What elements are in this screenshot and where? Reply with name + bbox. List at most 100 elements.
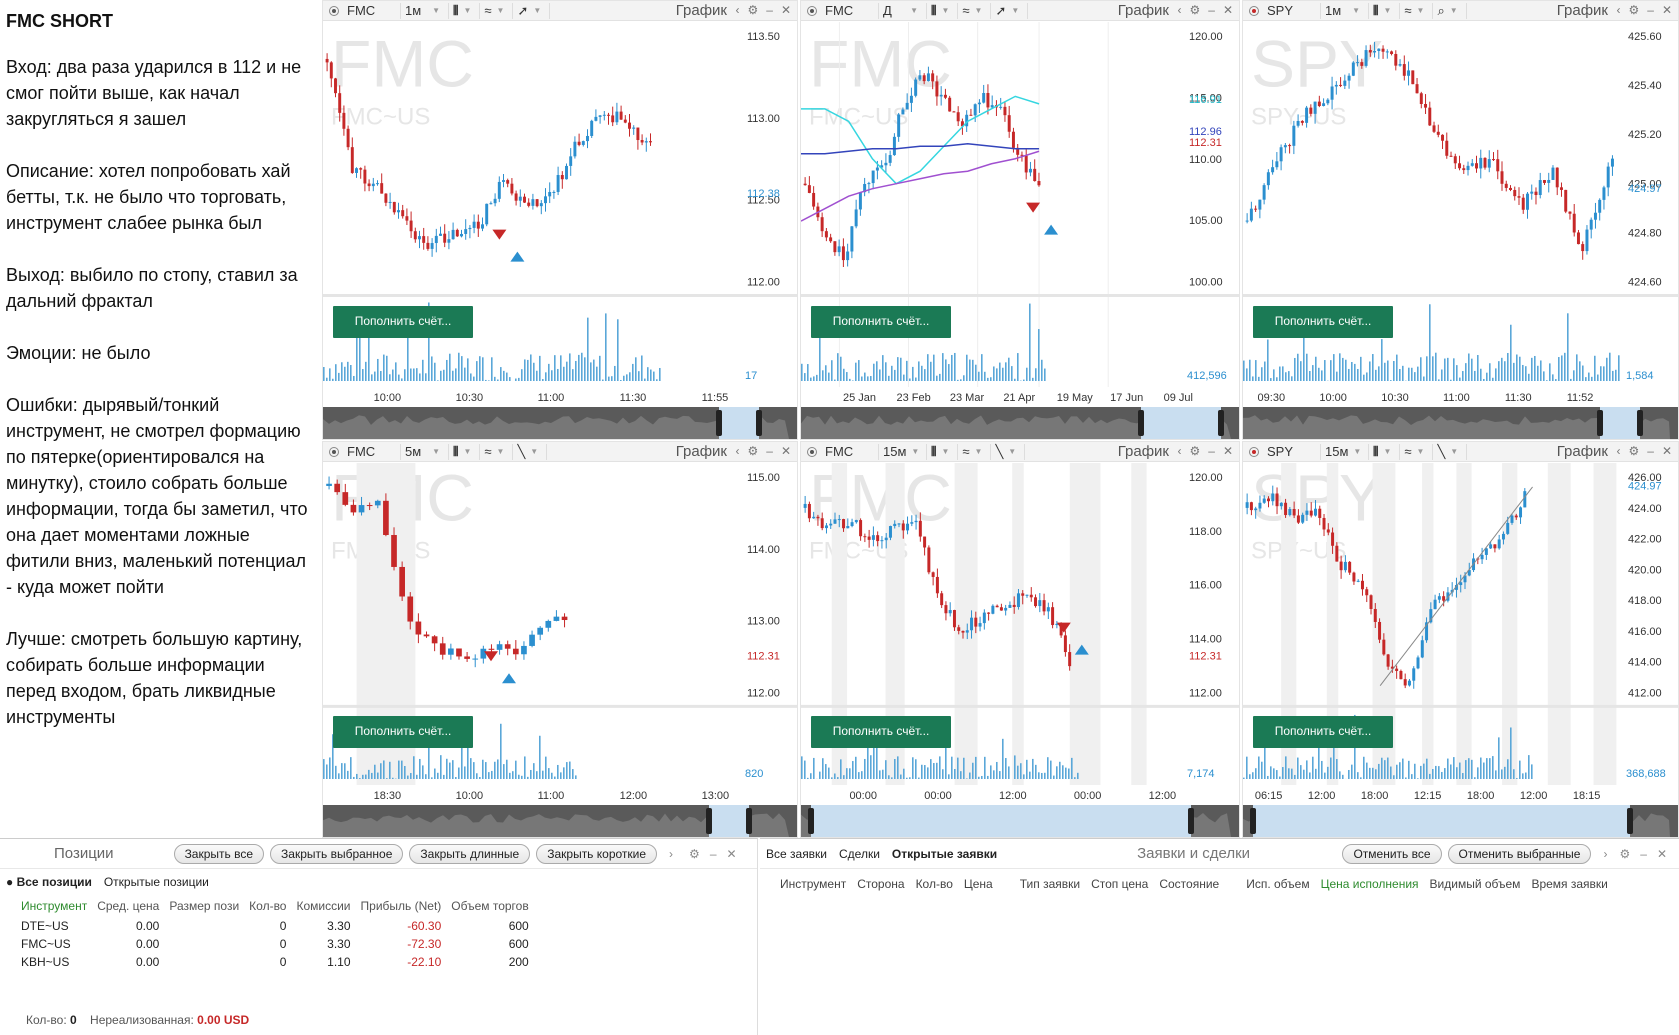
navigator-window[interactable] xyxy=(1141,407,1221,439)
fund-account-button[interactable]: Пополнить счёт... xyxy=(333,305,473,338)
gear-icon[interactable]: ⚙ xyxy=(1189,3,1200,17)
fund-account-button[interactable]: Пополнить счёт... xyxy=(333,716,473,749)
column-header[interactable]: Объем торгов xyxy=(446,895,533,917)
close-icon[interactable]: ✕ xyxy=(1662,444,1672,458)
price-chart[interactable]: FMCFMC~US113.50113.00112.50112.00112.381… xyxy=(323,22,798,407)
column-header[interactable]: Размер пози xyxy=(164,895,244,917)
price-chart[interactable]: SPYSPY~US425.60425.40425.20425.00424.804… xyxy=(1243,22,1679,407)
column-header[interactable]: Стоп цена xyxy=(1091,877,1148,891)
price-chart[interactable]: SPYSPY~US426.00424.00422.00420.00418.004… xyxy=(1243,463,1679,805)
tab-trades[interactable]: Сделки xyxy=(839,847,880,861)
close-icon[interactable]: ✕ xyxy=(1662,3,1672,17)
fund-account-button[interactable]: Пополнить счёт... xyxy=(1253,305,1393,338)
column-header[interactable]: Тип заявки xyxy=(1020,877,1080,891)
tab-open-positions[interactable]: Открытые позиции xyxy=(104,875,209,889)
timeframe-selector[interactable]: Д ▼ xyxy=(879,2,927,19)
chart-navigator[interactable] xyxy=(323,407,797,439)
chart-type-selector[interactable]: ⫴ ▼ xyxy=(1369,443,1401,460)
gear-icon[interactable]: ⚙ xyxy=(1628,444,1639,458)
column-header[interactable]: Инструмент xyxy=(780,877,846,891)
column-header[interactable]: Кол-во xyxy=(244,895,291,917)
gear-icon[interactable]: ⚙ xyxy=(1189,444,1200,458)
close-icon[interactable]: ✕ xyxy=(1223,3,1233,17)
chart-type-selector[interactable]: ⫴ ▼ xyxy=(927,443,959,460)
navigator-window[interactable] xyxy=(1600,407,1640,439)
column-header[interactable]: Сторона xyxy=(857,877,904,891)
chart-navigator[interactable] xyxy=(323,805,797,837)
navigator-handle-right[interactable] xyxy=(756,410,762,436)
column-header[interactable]: Видимый объем xyxy=(1430,877,1521,891)
navigator-handle-right[interactable] xyxy=(1637,410,1643,436)
column-header[interactable]: Исп. объем xyxy=(1246,877,1309,891)
timeframe-selector[interactable]: 15м ▼ xyxy=(1321,443,1369,460)
navigator-handle-right[interactable] xyxy=(746,808,752,834)
link-icon[interactable] xyxy=(1249,5,1259,16)
tab-open-orders[interactable]: Открытые заявки xyxy=(892,847,997,861)
link-icon[interactable] xyxy=(807,5,817,16)
close-icon[interactable]: ✕ xyxy=(1223,444,1233,458)
chevron-left-icon[interactable]: ‹ xyxy=(1177,3,1181,17)
column-header[interactable]: Цена исполнения xyxy=(1321,877,1419,891)
minimize-icon[interactable]: – xyxy=(1208,3,1215,17)
fund-account-button[interactable]: Пополнить счёт... xyxy=(1253,716,1393,749)
cancel-all-button[interactable]: Отменить все xyxy=(1342,843,1442,864)
close-icon[interactable]: ✕ xyxy=(727,847,737,861)
symbol-selector[interactable]: FMC xyxy=(821,2,879,19)
indicators-selector[interactable]: ≈ ▼ xyxy=(1400,443,1434,460)
chart-type-selector[interactable]: ⫴ ▼ xyxy=(927,2,959,19)
sell-marker-icon[interactable] xyxy=(1056,622,1071,633)
gear-icon[interactable]: ⚙ xyxy=(689,847,700,861)
navigator-window[interactable] xyxy=(1253,805,1630,837)
chart-navigator[interactable] xyxy=(1243,805,1678,837)
drawing-tool-selector[interactable]: ⌕ ▼ xyxy=(1433,2,1467,19)
close-all-button[interactable]: Закрыть все xyxy=(173,843,265,864)
price-chart[interactable]: FMCFMC~US115.00114.00113.00112.00112.318… xyxy=(323,463,798,805)
minimize-icon[interactable]: – xyxy=(766,3,773,17)
chart-navigator[interactable] xyxy=(801,407,1239,439)
navigator-handle-left[interactable] xyxy=(808,808,814,834)
fund-account-button[interactable]: Пополнить счёт... xyxy=(811,305,951,338)
chevron-right-icon[interactable]: › xyxy=(1603,847,1607,861)
chevron-left-icon[interactable]: ‹ xyxy=(1616,3,1620,17)
table-row[interactable]: DTE~US 0.00 0 3.30 -60.30 600 xyxy=(16,917,534,935)
table-row[interactable]: FMC~US 0.00 0 3.30 -72.30 600 xyxy=(16,935,534,953)
navigator-handle-left[interactable] xyxy=(1138,410,1144,436)
price-chart[interactable]: FMCFMC~US120.00118.00116.00114.00112.001… xyxy=(801,463,1240,805)
sell-marker-icon[interactable] xyxy=(1026,202,1041,213)
chart-type-selector[interactable]: ⫴ ▼ xyxy=(449,2,481,19)
symbol-selector[interactable]: SPY xyxy=(1263,2,1321,19)
sell-marker-icon[interactable] xyxy=(492,229,507,240)
navigator-handle-right[interactable] xyxy=(1627,808,1633,834)
timeframe-selector[interactable]: 1м ▼ xyxy=(1321,2,1369,19)
close-icon[interactable]: ✕ xyxy=(781,3,791,17)
minimize-icon[interactable]: – xyxy=(710,847,717,861)
chevron-left-icon[interactable]: ‹ xyxy=(1616,444,1620,458)
column-header[interactable]: Кол-во xyxy=(916,877,953,891)
column-header[interactable]: Прибыль (Net) xyxy=(356,895,447,917)
drawing-tool-selector[interactable]: ╲ ▼ xyxy=(1433,443,1468,460)
tab-all-orders[interactable]: Все заявки xyxy=(766,847,827,861)
minimize-icon[interactable]: – xyxy=(1208,444,1215,458)
symbol-selector[interactable]: FMC xyxy=(343,2,401,19)
close-icon[interactable]: ✕ xyxy=(781,444,791,458)
link-icon[interactable] xyxy=(329,446,339,457)
chart-type-selector[interactable]: ⫴ ▼ xyxy=(1369,2,1401,19)
navigator-handle-left[interactable] xyxy=(1597,410,1603,436)
minimize-icon[interactable]: – xyxy=(1647,3,1654,17)
navigator-window[interactable] xyxy=(709,805,749,837)
close-selected-button[interactable]: Закрыть выбранное xyxy=(270,843,404,864)
timeframe-selector[interactable]: 15м ▼ xyxy=(879,443,927,460)
chart-navigator[interactable] xyxy=(1243,407,1678,439)
cancel-selected-button[interactable]: Отменить выбранные xyxy=(1447,843,1592,864)
buy-marker-icon[interactable] xyxy=(510,251,525,262)
drawing-tool-selector[interactable]: ╲ ▼ xyxy=(513,443,548,460)
navigator-handle-right[interactable] xyxy=(1218,410,1224,436)
navigator-handle-left[interactable] xyxy=(706,808,712,834)
minimize-icon[interactable]: – xyxy=(1640,847,1647,861)
drawing-tool-selector[interactable]: ╲ ▼ xyxy=(991,443,1026,460)
gear-icon[interactable]: ⚙ xyxy=(1619,847,1630,861)
close-icon[interactable]: ✕ xyxy=(1657,847,1667,861)
symbol-selector[interactable]: SPY xyxy=(1263,443,1321,460)
buy-marker-icon[interactable] xyxy=(1044,224,1059,235)
column-header[interactable]: Инструмент xyxy=(16,895,92,917)
